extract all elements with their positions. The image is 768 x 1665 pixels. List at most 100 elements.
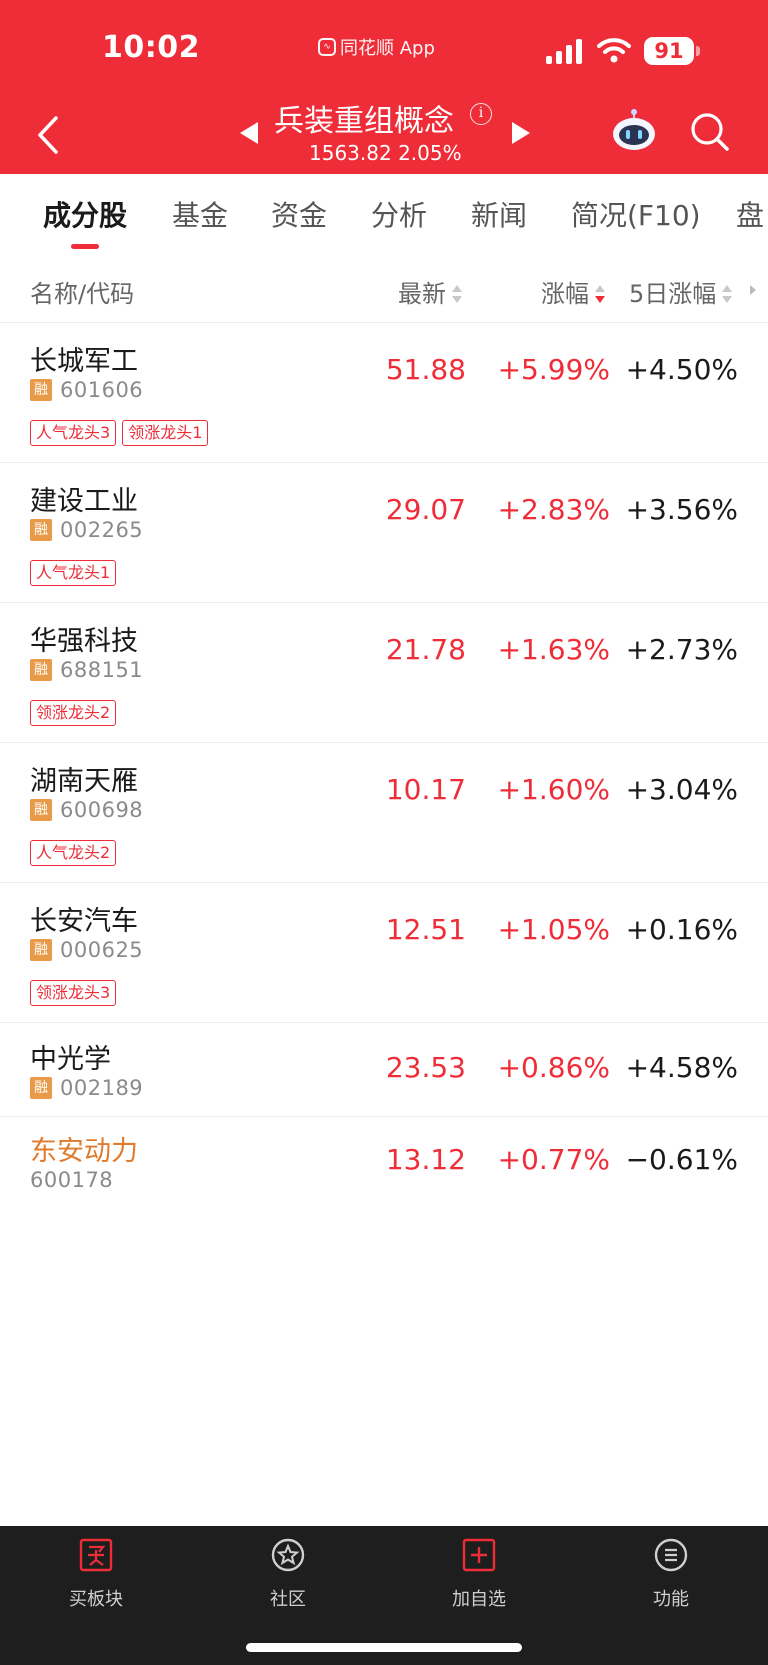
column-name-code: 名称/代码 <box>30 280 135 308</box>
wifi-icon <box>597 38 631 63</box>
latest-price: 12.51 <box>385 913 466 946</box>
add-watchlist-button[interactable]: 加自选 <box>419 1538 539 1611</box>
community-icon <box>271 1538 305 1572</box>
tab-constituents[interactable]: 成分股 <box>43 194 127 234</box>
margin-trading-badge: 融 <box>30 1077 52 1099</box>
five-day-change: −0.61% <box>625 1143 738 1176</box>
buy-sector-button[interactable]: 买板块 <box>36 1538 156 1611</box>
latest-price: 51.88 <box>385 353 466 386</box>
menu-icon <box>654 1538 688 1572</box>
table-row[interactable]: 湖南天雁 融 600698 人气龙头2 10.17 +1.60% +3.04% <box>0 743 768 883</box>
community-label: 社区 <box>270 1589 306 1610</box>
five-day-change: +3.04% <box>625 773 738 806</box>
table-row[interactable]: 建设工业 融 002265 人气龙头1 29.07 +2.83% +3.56% <box>0 463 768 603</box>
table-row[interactable]: 长安汽车 融 000625 领涨龙头3 12.51 +1.05% +0.16% <box>0 883 768 1023</box>
latest-price: 10.17 <box>385 773 466 806</box>
stock-code: 000625 <box>60 938 144 962</box>
stock-code: 688151 <box>60 658 144 682</box>
tab-market[interactable]: 盘 <box>736 194 764 234</box>
table-row[interactable]: 中光学 融 002189 23.53 +0.86% +4.58% <box>0 1023 768 1117</box>
back-button[interactable] <box>30 110 70 160</box>
cellular-signal-icon <box>546 38 582 64</box>
tag-badge[interactable]: 领涨龙头3 <box>30 980 117 1006</box>
tab-funds[interactable]: 基金 <box>172 194 228 234</box>
home-indicator[interactable] <box>246 1643 522 1652</box>
margin-trading-badge: 融 <box>30 659 52 681</box>
stock-name: 长城军工 <box>30 346 138 377</box>
stock-name: 华强科技 <box>30 626 138 657</box>
tab-analysis[interactable]: 分析 <box>371 194 427 234</box>
table-row[interactable]: 东安动力 600178 13.12 +0.77% −0.61% <box>0 1117 768 1210</box>
info-icon[interactable]: i <box>470 103 492 125</box>
stock-code: 600698 <box>60 798 144 822</box>
page-title: 兵装重组概念 <box>274 104 454 139</box>
tag-badge[interactable]: 领涨龙头1 <box>122 420 209 446</box>
five-day-change: +4.58% <box>625 1051 738 1084</box>
change-percent: +1.63% <box>497 633 610 666</box>
tab-capital[interactable]: 资金 <box>271 194 327 234</box>
sector-index-value: 1563.82 2.05% <box>309 141 462 165</box>
margin-trading-badge: 融 <box>30 519 52 541</box>
tab-profile-f10[interactable]: 简况(F10) <box>571 194 701 234</box>
column-change-label: 涨幅 <box>541 280 589 308</box>
sort-icon <box>452 285 462 305</box>
change-percent: +1.05% <box>497 913 610 946</box>
add-icon <box>462 1538 496 1572</box>
margin-trading-badge: 融 <box>30 799 52 821</box>
column-change5d-label: 5日涨幅 <box>629 280 717 308</box>
tag-badge[interactable]: 人气龙头1 <box>30 560 117 586</box>
tag-badge[interactable]: 人气龙头3 <box>30 420 117 446</box>
next-sector-button[interactable] <box>510 120 532 146</box>
sort-icon <box>722 285 733 305</box>
table-row[interactable]: 长城军工 融 601606 人气龙头3 领涨龙头1 51.88 +5.99% +4… <box>0 323 768 463</box>
column-change-sort[interactable]: 涨幅 <box>541 274 605 309</box>
column-price-sort[interactable]: 最新 <box>398 274 462 309</box>
buy-sector-label: 买板块 <box>69 1589 123 1610</box>
buy-icon <box>79 1538 113 1572</box>
stock-code: 601606 <box>60 378 144 402</box>
active-tab-indicator <box>71 244 99 249</box>
header-bar: 10:02 ∿ 同花顺 App 91 兵装重组概念 i 1563.82 2.05… <box>0 0 768 174</box>
stock-name: 中光学 <box>30 1044 111 1075</box>
robot-assistant-icon[interactable] <box>610 108 658 152</box>
margin-trading-badge: 融 <box>30 939 52 961</box>
functions-label: 功能 <box>653 1589 689 1610</box>
tab-news[interactable]: 新闻 <box>471 194 527 234</box>
five-day-change: +4.50% <box>625 353 738 386</box>
column-price-label: 最新 <box>398 280 446 308</box>
stock-code: 002189 <box>60 1076 144 1100</box>
search-icon[interactable] <box>690 112 730 152</box>
functions-button[interactable]: 功能 <box>611 1538 731 1611</box>
community-button[interactable]: 社区 <box>228 1538 348 1611</box>
app-icon: ∿ <box>318 38 336 56</box>
five-day-change: +2.73% <box>625 633 738 666</box>
tab-bar: 成分股 基金 资金 分析 新闻 简况(F10) 盘 <box>0 174 768 254</box>
status-time: 10:02 <box>102 30 200 65</box>
change-percent: +2.83% <box>497 493 610 526</box>
five-day-change: +3.56% <box>625 493 738 526</box>
margin-trading-badge: 融 <box>30 379 52 401</box>
scroll-right-icon[interactable] <box>749 284 757 296</box>
status-app-indicator: ∿ 同花顺 App <box>318 34 435 60</box>
change-percent: +1.60% <box>497 773 610 806</box>
tag-badge[interactable]: 人气龙头2 <box>30 840 117 866</box>
latest-price: 13.12 <box>385 1143 466 1176</box>
battery-indicator: 91 <box>644 37 694 65</box>
stock-name: 湖南天雁 <box>30 766 138 797</box>
latest-price: 29.07 <box>385 493 466 526</box>
table-row[interactable]: 华强科技 融 688151 领涨龙头2 21.78 +1.63% +2.73% <box>0 603 768 743</box>
status-app-label: 同花顺 App <box>340 38 435 59</box>
change-percent: +0.86% <box>497 1051 610 1084</box>
stock-code: 600178 <box>30 1168 114 1192</box>
add-watchlist-label: 加自选 <box>452 1589 506 1610</box>
sort-desc-icon <box>595 285 605 305</box>
column-change5d-sort[interactable]: 5日涨幅 <box>629 274 733 309</box>
five-day-change: +0.16% <box>625 913 738 946</box>
change-percent: +0.77% <box>497 1143 610 1176</box>
stock-code: 002265 <box>60 518 144 542</box>
tag-badge[interactable]: 领涨龙头2 <box>30 700 117 726</box>
latest-price: 21.78 <box>385 633 466 666</box>
battery-tip <box>696 46 700 56</box>
previous-sector-button[interactable] <box>238 120 260 146</box>
stock-name: 长安汽车 <box>30 906 138 937</box>
